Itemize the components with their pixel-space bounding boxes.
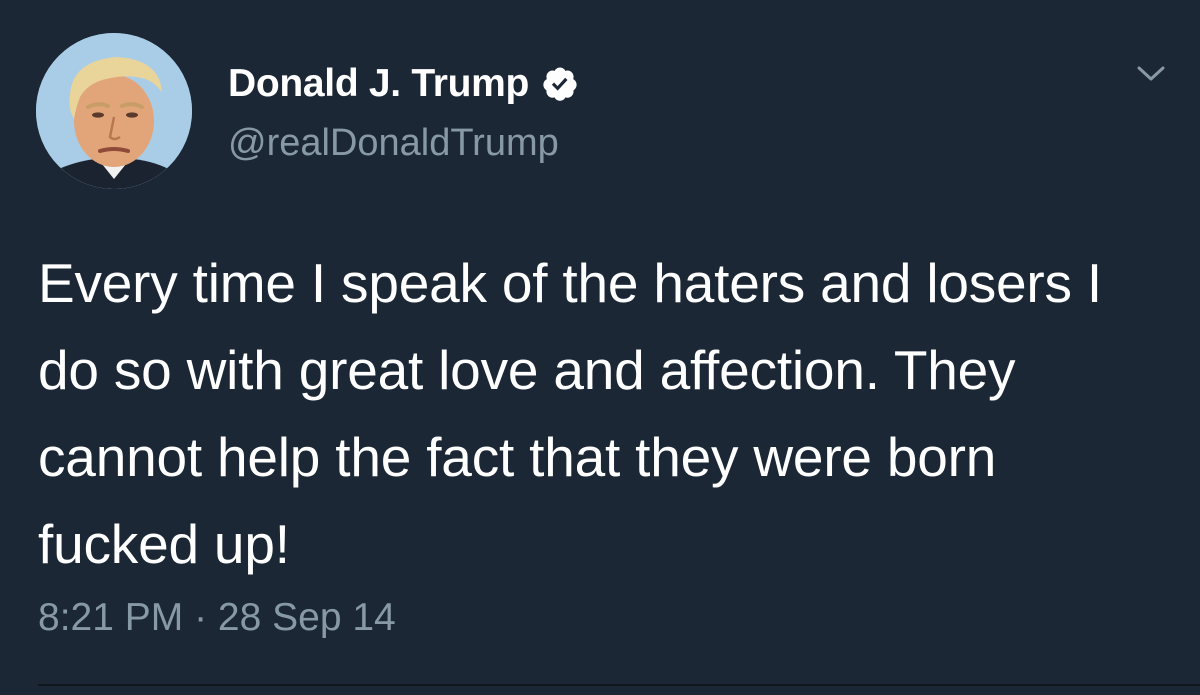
avatar-portrait [36, 33, 192, 189]
verified-badge-icon [541, 65, 579, 103]
author-display-name[interactable]: Donald J. Trump [228, 62, 529, 106]
tweet-card: Donald J. Trump @realDonaldTrump Every t… [0, 0, 1200, 695]
tweet-text: Every time I speak of the haters and los… [38, 252, 1103, 575]
tweet-timestamp[interactable]: 8:21 PM · 28 Sep 14 [38, 596, 396, 640]
author-handle[interactable]: @realDonaldTrump [228, 122, 559, 165]
avatar[interactable] [36, 33, 192, 189]
author-name-row[interactable]: Donald J. Trump [228, 60, 579, 108]
divider [38, 684, 1200, 686]
chevron-down-icon[interactable] [1134, 62, 1168, 86]
